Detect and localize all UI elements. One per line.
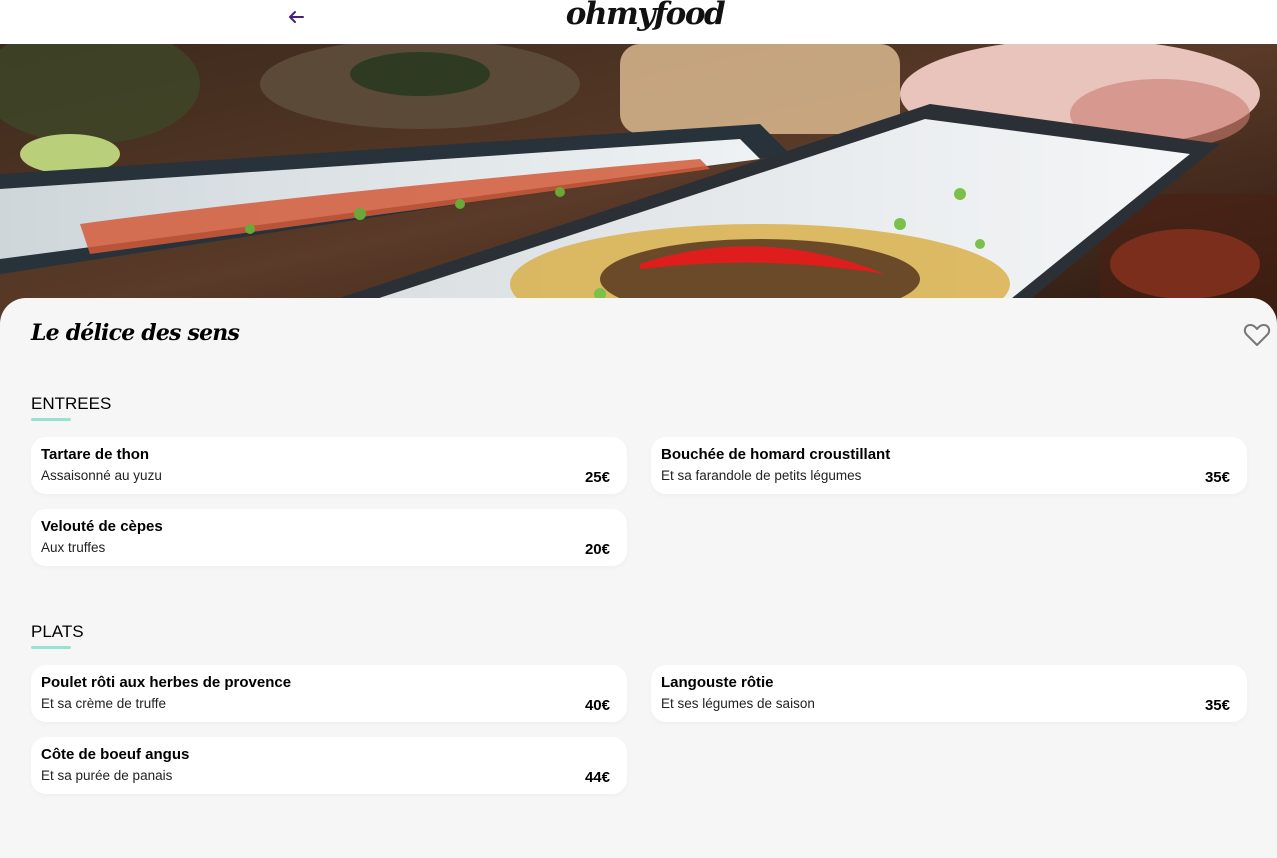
logo[interactable]: ohmyfood <box>0 0 1277 32</box>
menu-item-description: Et sa purée de panais <box>41 768 173 783</box>
menu-item-description: Et sa farandole de petits légumes <box>661 468 862 483</box>
menu-item-price: 20€ <box>584 541 610 558</box>
menu-item-name: Côte de boeuf angus <box>41 746 190 763</box>
header: ohmyfood <box>0 0 1277 44</box>
menu-item-description: Et sa crème de truffe <box>41 696 167 711</box>
menu-item-name: Bouchée de homard croustillant <box>661 446 891 463</box>
favorite-button[interactable] <box>1243 322 1271 348</box>
menu-item-description: Et ses légumes de saison <box>661 696 815 711</box>
menu-item[interactable]: Tartare de thon Assaisonné au yuzu 25€ <box>31 437 627 494</box>
menu-item[interactable]: Poulet rôti aux herbes de provence Et sa… <box>31 665 627 722</box>
menu-item-price: 35€ <box>1204 469 1230 486</box>
hero-image <box>0 44 1277 324</box>
menu-item-name: Poulet rôti aux herbes de provence <box>41 674 292 691</box>
menu-item[interactable]: Côte de boeuf angus Et sa purée de panai… <box>31 737 627 794</box>
menu-item-name: Tartare de thon <box>41 446 150 463</box>
section-title-plats: PLATS <box>31 622 84 641</box>
menu-item[interactable]: Bouchée de homard croustillant Et sa far… <box>651 437 1247 494</box>
menu-item-price: 25€ <box>584 469 610 486</box>
heart-outline-icon <box>1243 324 1271 346</box>
menu-item-price: 40€ <box>584 697 610 714</box>
restaurant-menu: Le délice des sens ENTREES Tartare de th… <box>0 298 1277 858</box>
menu-item-price: 44€ <box>584 769 610 786</box>
section-underline <box>31 646 71 649</box>
section-title-entrees: ENTREES <box>31 394 112 413</box>
restaurant-title: Le délice des sens <box>31 320 240 346</box>
section-underline <box>31 418 71 421</box>
menu-item-name: Langouste rôtie <box>661 674 774 691</box>
menu-item[interactable]: Langouste rôtie Et ses légumes de saison… <box>651 665 1247 722</box>
menu-item[interactable]: Velouté de cèpes Aux truffes 20€ <box>31 509 627 566</box>
menu-item-price: 35€ <box>1204 697 1230 714</box>
menu-item-name: Velouté de cèpes <box>41 518 163 535</box>
menu-item-description: Aux truffes <box>41 540 106 555</box>
menu-item-description: Assaisonné au yuzu <box>41 468 162 483</box>
